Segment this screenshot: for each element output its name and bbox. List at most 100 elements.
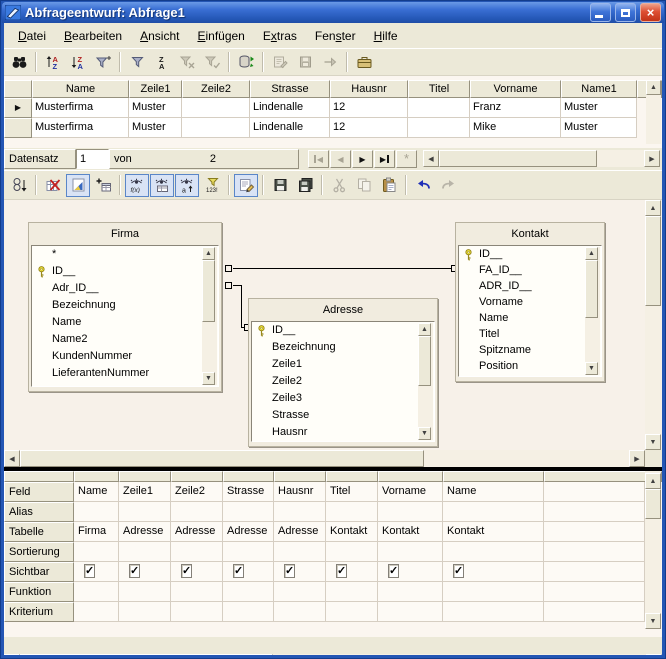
sortierung-cell[interactable] — [223, 542, 274, 562]
funktion-cell[interactable] — [544, 582, 645, 602]
table-cell[interactable]: Lindenalle — [250, 98, 330, 118]
sichtbar-checkbox[interactable] — [129, 564, 140, 578]
sort-descending-button[interactable]: ZA — [66, 51, 90, 74]
tabelle-cell[interactable]: Adresse — [274, 522, 326, 542]
cut-button[interactable] — [327, 174, 351, 197]
kriterium-cell[interactable] — [443, 602, 544, 622]
new-record-button[interactable]: * — [396, 150, 417, 168]
datasheet-horizontal-scrollbar[interactable]: ◀ ▶ — [423, 150, 660, 167]
alias-cell[interactable] — [326, 502, 378, 522]
join-line-firma-kontakt[interactable] — [233, 268, 452, 269]
last-record-button[interactable]: ▶ — [374, 150, 395, 168]
scroll-up-button[interactable]: ▲ — [645, 473, 661, 489]
scroll-up-button[interactable]: ▲ — [202, 247, 215, 260]
table-cell[interactable]: Muster — [129, 98, 182, 118]
field-row[interactable]: * — [32, 246, 218, 263]
field-list-scrollbar[interactable]: ▲ ▼ — [585, 247, 600, 375]
sichtbar-checkbox[interactable] — [84, 564, 95, 578]
sort-ascending-button[interactable]: AZ — [41, 51, 65, 74]
sortierung-cell[interactable] — [171, 542, 223, 562]
feld-cell-empty[interactable] — [544, 482, 645, 502]
scroll-left-button[interactable]: ◀ — [4, 654, 20, 655]
refresh-data-button[interactable] — [234, 51, 258, 74]
menu-bearbeiten[interactable]: Bearbeiten — [55, 26, 131, 46]
datasheet-vertical-scrollbar[interactable]: ▲ — [646, 80, 661, 144]
tabelle-cell[interactable]: Kontakt — [378, 522, 443, 542]
row-label[interactable]: Feld — [4, 482, 74, 502]
sichtbar-checkbox[interactable] — [233, 564, 244, 578]
row-label[interactable]: Sichtbar — [4, 562, 74, 582]
scroll-down-button[interactable]: ▼ — [645, 434, 661, 450]
column-header[interactable]: Name1 — [561, 80, 637, 98]
field-row[interactable]: Bezeichnung — [32, 297, 218, 314]
kriterium-cell[interactable] — [274, 602, 326, 622]
scroll-thumb[interactable] — [439, 150, 597, 167]
field-row[interactable]: ADR_ID__ — [459, 278, 601, 294]
filter-button[interactable] — [125, 51, 149, 74]
field-row[interactable]: Adr_ID__ — [32, 280, 218, 297]
menu-einfuegen[interactable]: Einfügen — [188, 26, 253, 46]
field-row[interactable]: Zeile2 — [252, 373, 434, 390]
feld-cell[interactable]: Name — [74, 482, 119, 502]
paste-button[interactable] — [377, 174, 401, 197]
scroll-right-button[interactable]: ▶ — [629, 450, 645, 467]
design-view-button[interactable] — [66, 174, 90, 197]
tabelle-cell[interactable]: Adresse — [223, 522, 274, 542]
sichtbar-checkbox[interactable] — [388, 564, 399, 578]
next-record-button[interactable]: ▶ — [352, 150, 373, 168]
scroll-thumb[interactable] — [645, 216, 661, 306]
sortierung-cell[interactable] — [378, 542, 443, 562]
kriterium-cell[interactable] — [74, 602, 119, 622]
alias-cell[interactable] — [443, 502, 544, 522]
column-header[interactable]: Strasse — [250, 80, 330, 98]
save-record-button[interactable] — [293, 51, 317, 74]
row-label[interactable]: Kriterium — [4, 602, 74, 622]
scroll-up-button[interactable]: ▲ — [418, 323, 431, 336]
field-row[interactable]: KundenNummer — [32, 348, 218, 365]
edit-form-button[interactable] — [268, 51, 292, 74]
filter-add-button[interactable] — [91, 51, 115, 74]
show-sort-button[interactable]: a — [175, 174, 199, 197]
scroll-up-button[interactable]: ▲ — [646, 80, 661, 95]
field-row[interactable]: Name — [32, 314, 218, 331]
datasource-button[interactable] — [7, 174, 31, 197]
feld-cell[interactable]: Titel — [326, 482, 378, 502]
feld-cell[interactable]: Name — [443, 482, 544, 502]
design-horizontal-scrollbar[interactable]: ◀ ▶ — [4, 450, 645, 467]
field-row[interactable]: Zeile1 — [252, 356, 434, 373]
scroll-left-button[interactable]: ◀ — [4, 450, 20, 467]
minimize-button[interactable] — [590, 3, 611, 22]
field-row[interactable]: ID__ — [252, 322, 434, 339]
table-cell[interactable]: 12 — [330, 118, 408, 138]
alias-cell[interactable] — [274, 502, 326, 522]
menu-extras[interactable]: Extras — [254, 26, 306, 46]
field-list-title[interactable]: Firma — [31, 225, 219, 245]
scroll-down-button[interactable]: ▼ — [585, 362, 598, 375]
goto-record-button[interactable] — [318, 51, 342, 74]
kriterium-cell[interactable] — [119, 602, 171, 622]
row-label[interactable]: Alias — [4, 502, 74, 522]
field-row[interactable]: Bezeichnung — [252, 339, 434, 356]
table-cell[interactable]: Muster — [561, 118, 637, 138]
row-label[interactable]: Tabelle — [4, 522, 74, 542]
funktion-cell[interactable] — [171, 582, 223, 602]
kriterium-cell[interactable] — [544, 602, 645, 622]
column-header[interactable]: Zeile1 — [129, 80, 182, 98]
kriterium-cell[interactable] — [223, 602, 274, 622]
row-label[interactable]: Sortierung — [4, 542, 74, 562]
join-line-firma-adresse[interactable] — [241, 285, 242, 328]
maximize-button[interactable] — [615, 3, 636, 22]
field-row[interactable]: Position — [459, 358, 601, 374]
table-cell[interactable] — [182, 118, 250, 138]
previous-record-button[interactable]: ◀ — [330, 150, 351, 168]
scroll-left-button[interactable]: ◀ — [423, 150, 439, 167]
scroll-thumb[interactable] — [20, 450, 424, 467]
scroll-up-button[interactable]: ▲ — [585, 247, 598, 260]
field-row[interactable]: Zeile3 — [252, 390, 434, 407]
field-row[interactable]: Postfach — [252, 441, 434, 442]
sichtbar-checkbox[interactable] — [284, 564, 295, 578]
sortierung-cell[interactable] — [544, 542, 645, 562]
sichtbar-cell-empty[interactable] — [544, 562, 645, 582]
filter-remove-button[interactable] — [175, 51, 199, 74]
close-button[interactable]: × — [640, 3, 661, 22]
